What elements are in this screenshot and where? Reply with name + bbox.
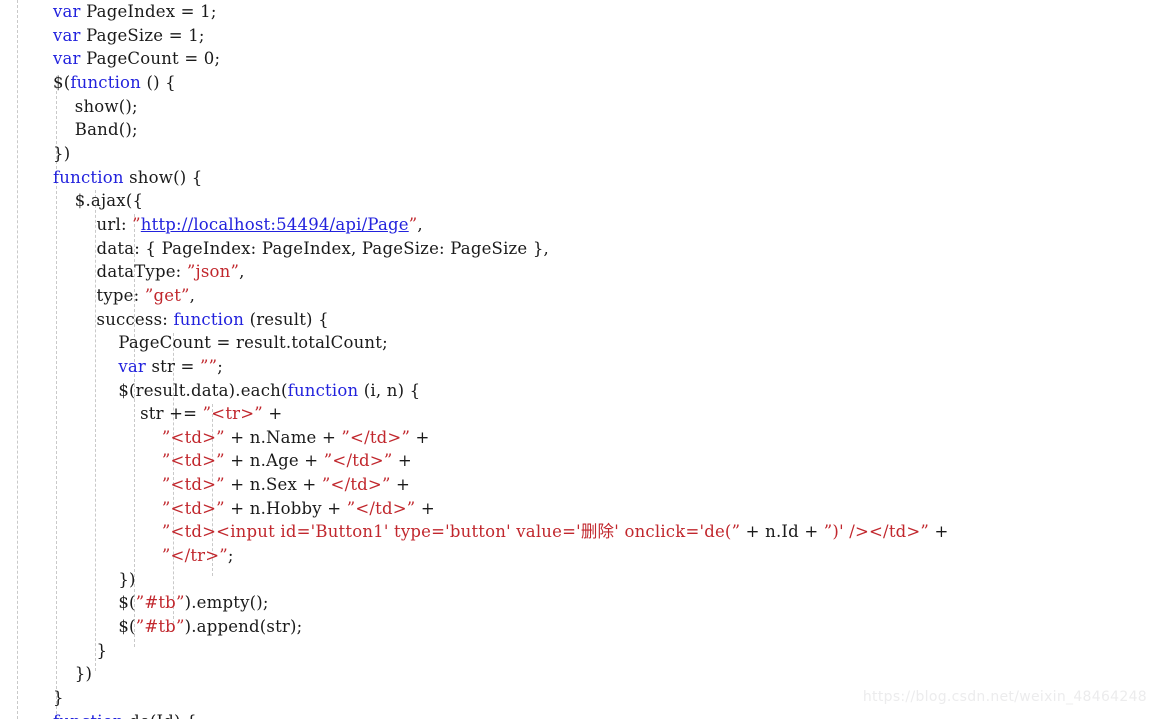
code-editor-viewport[interactable]: var PageIndex = 1; var PageSize = 1; var P… bbox=[0, 0, 1153, 719]
code-line: $(”#tb”).empty(); bbox=[53, 593, 269, 613]
code-block[interactable]: var PageIndex = 1; var PageSize = 1; var P… bbox=[0, 0, 949, 719]
code-line: show(); bbox=[53, 96, 138, 116]
code-line: var PageIndex = 1; bbox=[53, 2, 217, 21]
chinese-delete-label: 删除 bbox=[580, 522, 615, 542]
code-line: type: ”get”, bbox=[53, 285, 196, 305]
code-line: ”<td>” + n.Hobby + ”</td>” + bbox=[161, 498, 435, 518]
code-line: } bbox=[53, 640, 108, 660]
csdn-watermark: https://blog.csdn.net/weixin_48464248 bbox=[862, 689, 1147, 705]
code-line: $(function () { bbox=[53, 72, 176, 92]
code-line: $.ajax({ bbox=[53, 191, 144, 211]
code-line: function de(Id) { bbox=[0, 710, 949, 719]
url-literal-link[interactable]: http://localhost:54494/api/Page bbox=[141, 215, 409, 234]
code-line: data: { PageIndex: PageIndex, PageSize: … bbox=[53, 238, 549, 258]
code-line: success: function (result) { bbox=[53, 309, 329, 329]
code-line: }) bbox=[53, 143, 71, 163]
code-line: }) bbox=[53, 569, 136, 589]
code-line: str += ”<tr>” + bbox=[53, 404, 283, 424]
code-line: $(result.data).each(function (i, n) { bbox=[53, 380, 421, 400]
code-line: ”<td><input id='Button1' type='button' v… bbox=[161, 522, 949, 542]
code-line: var str = ””; bbox=[118, 356, 223, 376]
code-line: $(”#tb”).append(str); bbox=[53, 617, 303, 637]
code-line: } bbox=[53, 688, 64, 708]
code-line: ”</tr>”; bbox=[161, 546, 234, 566]
code-line: var PageCount = 0; bbox=[53, 49, 221, 69]
code-line: Band(); bbox=[53, 120, 138, 140]
code-line: function show() { bbox=[53, 167, 203, 187]
code-line: url: ”http://localhost:54494/api/Page”, bbox=[53, 214, 423, 234]
code-line: PageCount = result.totalCount; bbox=[53, 333, 388, 353]
code-line: ”<td>” + n.Age + ”</td>” + bbox=[161, 451, 412, 471]
code-line: ”<td>” + n.Sex + ”</td>” + bbox=[161, 475, 411, 495]
code-line: var PageSize = 1; bbox=[53, 25, 205, 45]
code-line: ”<td>” + n.Name + ”</td>” + bbox=[161, 427, 430, 447]
code-line: }) bbox=[53, 664, 93, 684]
code-line: dataType: ”json”, bbox=[53, 262, 245, 282]
